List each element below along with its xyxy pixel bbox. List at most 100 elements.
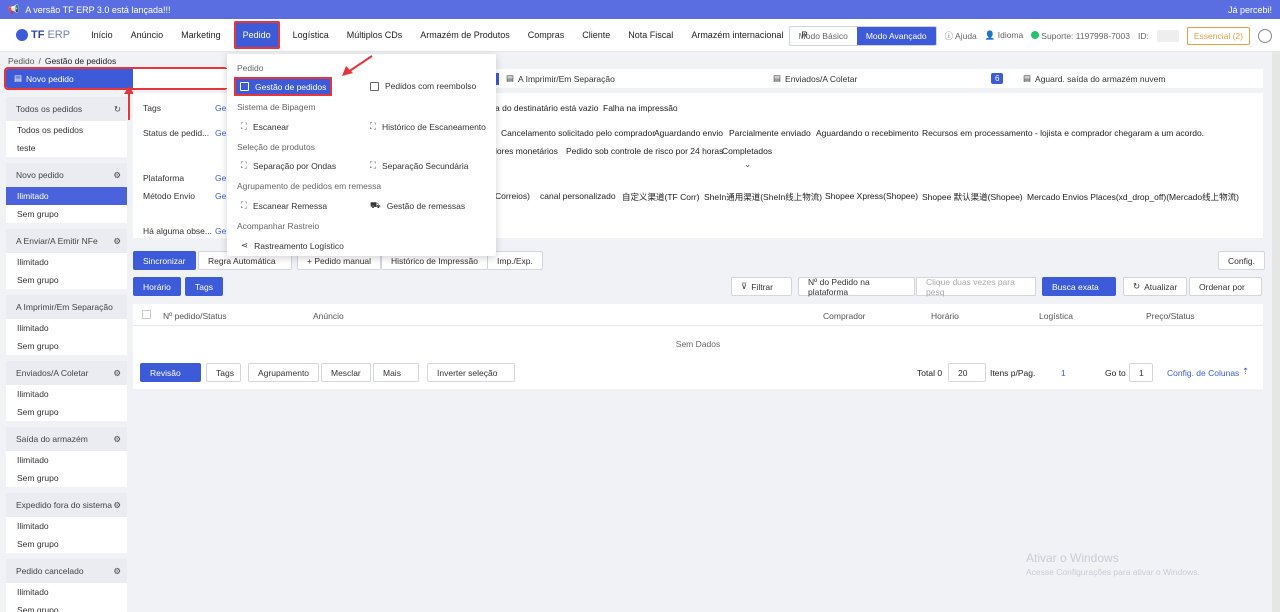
scroll-top-icon[interactable]: ⇡ xyxy=(1242,366,1249,377)
filter-option[interactable]: a do destinatário está vazio xyxy=(495,103,598,113)
column-header[interactable]: Preço/Status xyxy=(1146,311,1195,321)
merge-button[interactable]: Mesclar xyxy=(321,363,371,382)
nav-cliente[interactable]: Cliente xyxy=(573,19,619,52)
column-header[interactable]: Anúncio xyxy=(313,311,344,321)
sidebar-group-cancelado[interactable]: Pedido cancelado ⚙ xyxy=(6,559,127,583)
footer-tags-button[interactable]: Tags xyxy=(206,363,241,382)
nav-anuncio[interactable]: Anúncio xyxy=(122,19,173,52)
step-enviados[interactable]: ▤ Enviados/A Coletar xyxy=(773,73,857,84)
sidebar-group-novo[interactable]: Novo pedido ⚙ xyxy=(6,163,127,187)
language-link[interactable]: 👤 Idioma xyxy=(985,30,1023,41)
filter-option[interactable]: Correios) xyxy=(495,191,530,201)
gear-icon[interactable]: ⚙ xyxy=(113,500,121,511)
column-config-link[interactable]: Config. de Colunas xyxy=(1167,368,1239,378)
sidebar-group-enviados[interactable]: Enviados/A Coletar ⚙ xyxy=(6,361,127,385)
gear-icon[interactable]: ⚙ xyxy=(113,434,121,445)
time-button[interactable]: Horário xyxy=(133,277,181,296)
sync-button[interactable]: Sincronizar xyxy=(133,251,196,270)
more-dropdown[interactable]: Mais xyxy=(373,363,419,382)
filter-option[interactable]: Aguardando envio xyxy=(654,128,723,138)
filter-option[interactable]: Recursos em processamento - lojista e co… xyxy=(922,128,1204,138)
help-link[interactable]: ⓘ Ajuda xyxy=(945,30,977,42)
menu-item-separacao-ondas[interactable]: ⛶ Separação por Ondas xyxy=(241,160,336,171)
sidebar-item[interactable]: Sem grupo xyxy=(6,403,127,421)
menu-item-gestao-pedidos[interactable]: Gestão de pedidos xyxy=(233,77,333,96)
select-all-checkbox[interactable] xyxy=(142,310,151,319)
grouping-button[interactable]: Agrupamento xyxy=(248,363,320,382)
step-aguard[interactable]: ▤ Aguard. saída do armazém nuvem xyxy=(1023,73,1165,84)
menu-item-gestao-remessas[interactable]: ⛟ Gestão de remessas xyxy=(370,200,465,212)
sidebar-item[interactable]: Ilimitado xyxy=(6,583,127,601)
filter-option[interactable]: Aguardando o recebimento xyxy=(816,128,919,138)
sidebar-item[interactable]: Ilimitado xyxy=(6,187,127,205)
refresh-icon[interactable]: ↻ xyxy=(114,104,121,115)
sidebar-group-imprimir[interactable]: A Imprimir/Em Separação xyxy=(6,295,127,319)
filter-status-cut[interactable]: Ge xyxy=(215,128,226,138)
menu-item-escanear[interactable]: ⛶ Escanear xyxy=(241,121,289,132)
column-header[interactable]: Comprador xyxy=(823,311,866,321)
nav-armazem-produtos[interactable]: Armazém de Produtos xyxy=(411,19,519,52)
sidebar-group-todos[interactable]: Todos os pedidos ↻ xyxy=(6,97,127,121)
gear-icon[interactable]: ⚙ xyxy=(113,368,121,379)
sidebar-item[interactable]: Sem grupo xyxy=(6,271,127,289)
breadcrumb-root[interactable]: Pedido xyxy=(8,56,34,66)
support-link[interactable]: Suporte: 1197998-7003 xyxy=(1031,30,1130,41)
search-field-select[interactable]: Nº do Pedido na plataforma xyxy=(798,277,915,297)
menu-item-rastreamento[interactable]: ⋖ Rastreamento Logístico xyxy=(241,240,344,251)
nav-marketing[interactable]: Marketing xyxy=(172,19,230,52)
nav-multiplos-cds[interactable]: Múltiplos CDs xyxy=(338,19,412,52)
nav-armazem-internacional[interactable]: Armazém internacional xyxy=(682,19,792,52)
sidebar-item[interactable]: teste xyxy=(6,139,127,157)
logo[interactable]: TF ERP xyxy=(0,29,82,41)
basic-mode-button[interactable]: Modo Básico xyxy=(790,27,857,45)
filter-option[interactable]: SheIn通用渠道(SheIn线上物流) xyxy=(704,191,822,203)
filter-option[interactable]: Parcialmente enviado xyxy=(729,128,811,138)
page-scrollbar[interactable] xyxy=(1272,52,1280,612)
dismiss-link[interactable]: Já percebi! xyxy=(1228,5,1272,15)
sort-select[interactable]: Ordenar por xyxy=(1189,277,1262,296)
menu-item-pedidos-reembolso[interactable]: Pedidos com reembolso xyxy=(370,81,476,91)
filter-option[interactable]: Pedido sob controle de risco por 24 hora… xyxy=(566,146,723,156)
refresh-button[interactable]: ↻ Atualizar xyxy=(1123,277,1188,296)
column-header[interactable]: Logística xyxy=(1039,311,1073,321)
sidebar-group-expedido[interactable]: Expedido fora do sistema ⚙ xyxy=(6,493,127,517)
nav-pedido[interactable]: Pedido xyxy=(233,21,280,49)
nav-logistica[interactable]: Logística xyxy=(284,19,338,52)
page-size-select[interactable]: 20 xyxy=(948,363,986,382)
goto-input[interactable]: 1 xyxy=(1129,363,1153,382)
sidebar-item[interactable]: Todos os pedidos xyxy=(6,121,127,139)
sidebar-item[interactable]: Sem grupo xyxy=(6,337,127,355)
menu-item-separacao-secundaria[interactable]: ⛶ Separação Secundária xyxy=(370,160,468,171)
nav-inicio[interactable]: Início xyxy=(82,19,122,52)
filter-option[interactable]: Cancelamento solicitado pelo comprador xyxy=(501,128,655,138)
nav-nota-fiscal[interactable]: Nota Fiscal xyxy=(619,19,682,52)
sidebar-item[interactable]: Ilimitado xyxy=(6,253,127,271)
filter-notes-cut[interactable]: Ge xyxy=(215,226,226,236)
gear-icon[interactable]: ⚙ xyxy=(113,170,121,181)
filter-platform-cut[interactable]: Ge xyxy=(215,173,226,183)
sidebar-item[interactable]: Ilimitado xyxy=(6,385,127,403)
nav-compras[interactable]: Compras xyxy=(519,19,574,52)
exact-search-button[interactable]: Busca exata xyxy=(1042,277,1116,296)
filter-option[interactable]: Falha na impressão xyxy=(603,103,678,113)
sidebar-item[interactable]: Sem grupo xyxy=(6,535,127,553)
menu-item-historico-escaneamento[interactable]: ⛶ Histórico de Escaneamento xyxy=(370,121,486,132)
menu-item-escanear-remessa[interactable]: ⛶ Escanear Remessa xyxy=(241,200,327,211)
filter-option[interactable]: Mercado Envios Places(xd_drop_off)(Merca… xyxy=(1027,191,1239,203)
filter-shipping-cut[interactable]: Ge xyxy=(215,191,226,201)
column-header[interactable]: Horário xyxy=(931,311,959,321)
page-number[interactable]: 1 xyxy=(1061,368,1066,378)
filter-option[interactable]: Shopee 默认渠道(Shopee) xyxy=(922,191,1023,203)
filter-option[interactable]: 自定义渠道(TF Corr) xyxy=(622,191,699,203)
filter-option[interactable]: Completados xyxy=(722,146,772,156)
gear-icon[interactable]: ⚙ xyxy=(113,566,121,577)
filter-option[interactable]: lores monetários xyxy=(495,146,558,156)
sidebar-item[interactable]: Sem grupo xyxy=(6,601,127,612)
sidebar-group-saida[interactable]: Saída do armazém ⚙ xyxy=(6,427,127,451)
advanced-mode-button[interactable]: Modo Avançado xyxy=(856,26,936,45)
plan-badge[interactable]: Essencial (2) xyxy=(1186,26,1250,45)
search-input[interactable]: Clique duas vezes para pesq xyxy=(916,277,1036,297)
filter-dropdown[interactable]: ⊽ Filtrar xyxy=(731,277,792,296)
gear-icon[interactable]: ⚙ xyxy=(113,236,121,247)
tags-button[interactable]: Tags xyxy=(185,277,223,296)
